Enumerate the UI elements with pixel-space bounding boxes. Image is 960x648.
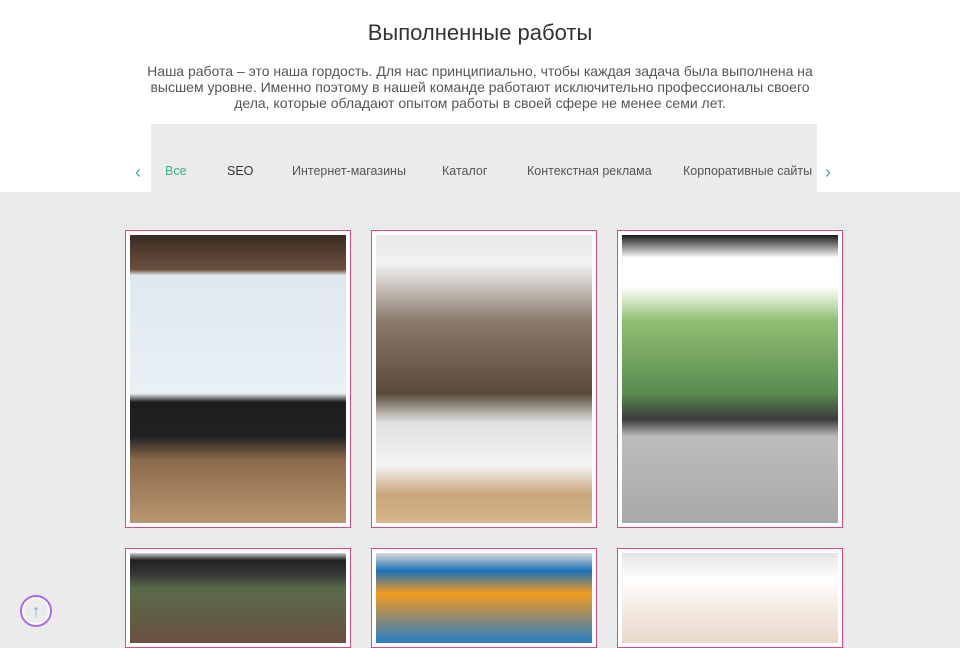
tab-seo[interactable]: SEO — [227, 164, 253, 178]
chevron-right-icon[interactable]: › — [825, 162, 831, 183]
portfolio-card[interactable] — [125, 230, 351, 528]
portfolio-card[interactable] — [371, 548, 597, 648]
page-description: Наша работа – это наша гордость. Для нас… — [147, 63, 813, 111]
portfolio-card[interactable] — [617, 230, 843, 528]
tab-corporate-sites[interactable]: Корпоративные сайты — [683, 164, 812, 178]
page-title: Выполненные работы — [367, 20, 593, 45]
filter-tabs: Все SEO Интернет-магазины Каталог Контек… — [151, 124, 817, 192]
portfolio-image — [130, 553, 346, 643]
chevron-left-icon[interactable]: ‹ — [135, 162, 141, 183]
tab-online-stores[interactable]: Интернет-магазины — [292, 164, 406, 178]
portfolio-image — [622, 235, 838, 523]
portfolio-image — [130, 235, 346, 523]
portfolio-card[interactable] — [371, 230, 597, 528]
arrow-up-icon: ↑ — [31, 600, 41, 621]
tab-context-ads[interactable]: Контекстная реклама — [527, 164, 652, 178]
scroll-to-top-button[interactable]: ↑ — [20, 595, 52, 627]
tab-all[interactable]: Все — [165, 164, 187, 178]
portfolio-image — [622, 553, 838, 643]
portfolio-image — [376, 235, 592, 523]
portfolio-image — [376, 553, 592, 643]
tab-catalog[interactable]: Каталог — [442, 164, 487, 178]
portfolio-card[interactable] — [125, 548, 351, 648]
portfolio-card[interactable] — [617, 548, 843, 648]
